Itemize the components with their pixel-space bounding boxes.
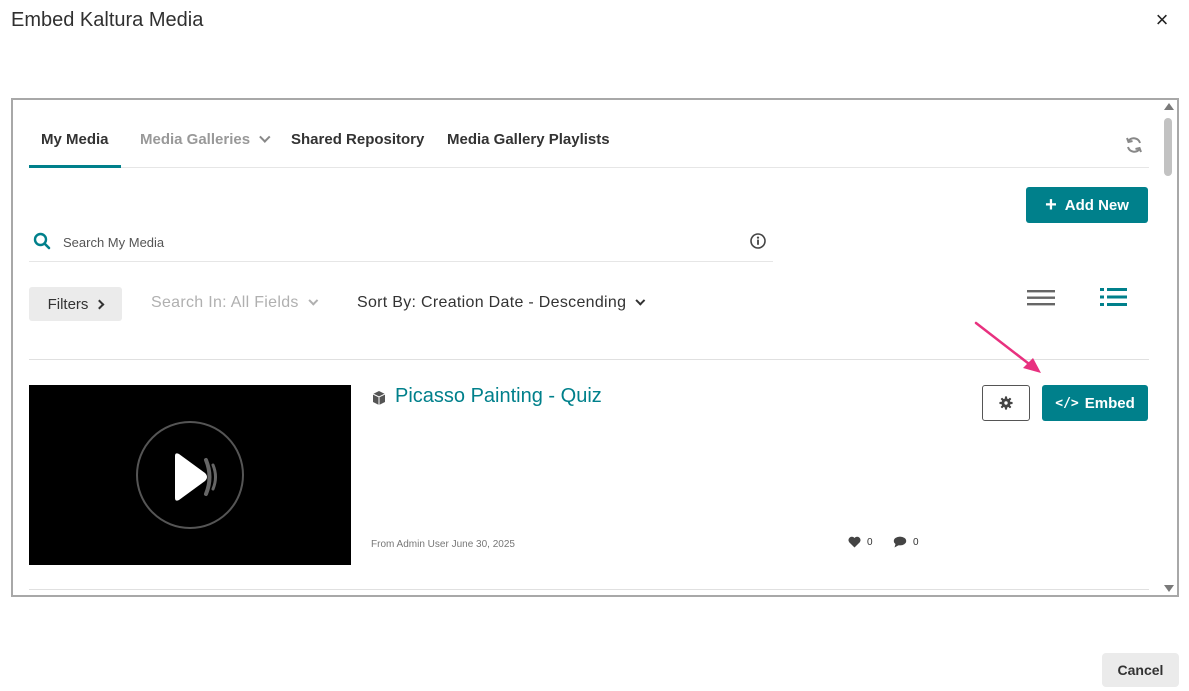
heart-icon <box>848 536 861 548</box>
tab-label: Media Galleries <box>140 131 251 148</box>
media-browser-frame: My Media Media Galleries Shared Reposito… <box>11 98 1179 597</box>
tab-shared-repository[interactable]: Shared Repository <box>291 120 424 168</box>
filters-button[interactable]: Filters <box>29 287 122 321</box>
scroll-up-arrow[interactable] <box>1164 103 1174 110</box>
comment-icon <box>893 536 907 548</box>
entry-title-link[interactable]: Picasso Painting - Quiz <box>395 385 602 408</box>
dialog-title: Embed Kaltura Media <box>11 9 204 31</box>
tab-media-gallery-playlists[interactable]: Media Gallery Playlists <box>447 120 610 168</box>
arrow-annotation <box>974 321 1041 373</box>
likes-value: 0 <box>867 536 873 548</box>
entry-meta: From Admin User June 30, 2025 <box>371 539 515 550</box>
play-icon <box>175 453 217 501</box>
sort-by-dropdown[interactable]: Sort By: Creation Date - Descending <box>357 294 646 312</box>
chevron-down-icon <box>259 131 271 143</box>
list-compact-icon[interactable] <box>1026 288 1056 308</box>
chevron-down-icon <box>308 295 318 306</box>
search-in-label: Search In: All Fields <box>151 294 299 311</box>
entry-settings-button[interactable] <box>982 385 1030 421</box>
scroll-down-arrow[interactable] <box>1164 585 1174 592</box>
tab-my-media[interactable]: My Media <box>29 120 121 168</box>
refresh-icon[interactable] <box>1124 135 1144 155</box>
tab-label: My Media <box>41 131 109 148</box>
tab-label: Shared Repository <box>291 131 425 148</box>
close-icon[interactable]: × <box>1150 8 1174 32</box>
tab-bar: My Media Media Galleries Shared Reposito… <box>29 120 1149 168</box>
scroll-thumb[interactable] <box>1164 118 1172 176</box>
comments-count[interactable]: 0 <box>893 536 919 548</box>
chevron-right-icon <box>94 299 105 309</box>
likes-count[interactable]: 0 <box>848 536 873 548</box>
add-new-label: Add New <box>1064 196 1129 214</box>
search-in-dropdown[interactable]: Search In: All Fields <box>151 294 318 312</box>
plus-icon: + <box>1045 194 1057 216</box>
tab-media-galleries[interactable]: Media Galleries <box>140 120 271 168</box>
embed-label: Embed <box>1084 394 1135 412</box>
search-bar <box>29 222 773 262</box>
divider <box>29 589 1149 590</box>
tab-label: Media Gallery Playlists <box>447 131 610 148</box>
gear-icon <box>999 396 1013 410</box>
search-input[interactable] <box>63 230 723 254</box>
add-new-button[interactable]: + Add New <box>1026 187 1148 223</box>
divider <box>29 359 1149 360</box>
info-icon[interactable] <box>749 232 767 250</box>
list-detailed-icon[interactable] <box>1099 287 1129 307</box>
cancel-button[interactable]: Cancel <box>1102 653 1179 687</box>
video-thumbnail[interactable] <box>29 385 351 565</box>
search-icon <box>33 232 51 250</box>
cube-icon <box>372 391 386 405</box>
sort-by-label: Sort By: Creation Date - Descending <box>357 294 627 311</box>
filters-label: Filters <box>47 295 89 313</box>
scrollbar[interactable] <box>1161 100 1177 595</box>
code-icon: </> <box>1055 395 1079 411</box>
comments-value: 0 <box>913 536 919 548</box>
embed-button[interactable]: </> Embed <box>1042 385 1148 421</box>
chevron-down-icon <box>635 295 646 306</box>
